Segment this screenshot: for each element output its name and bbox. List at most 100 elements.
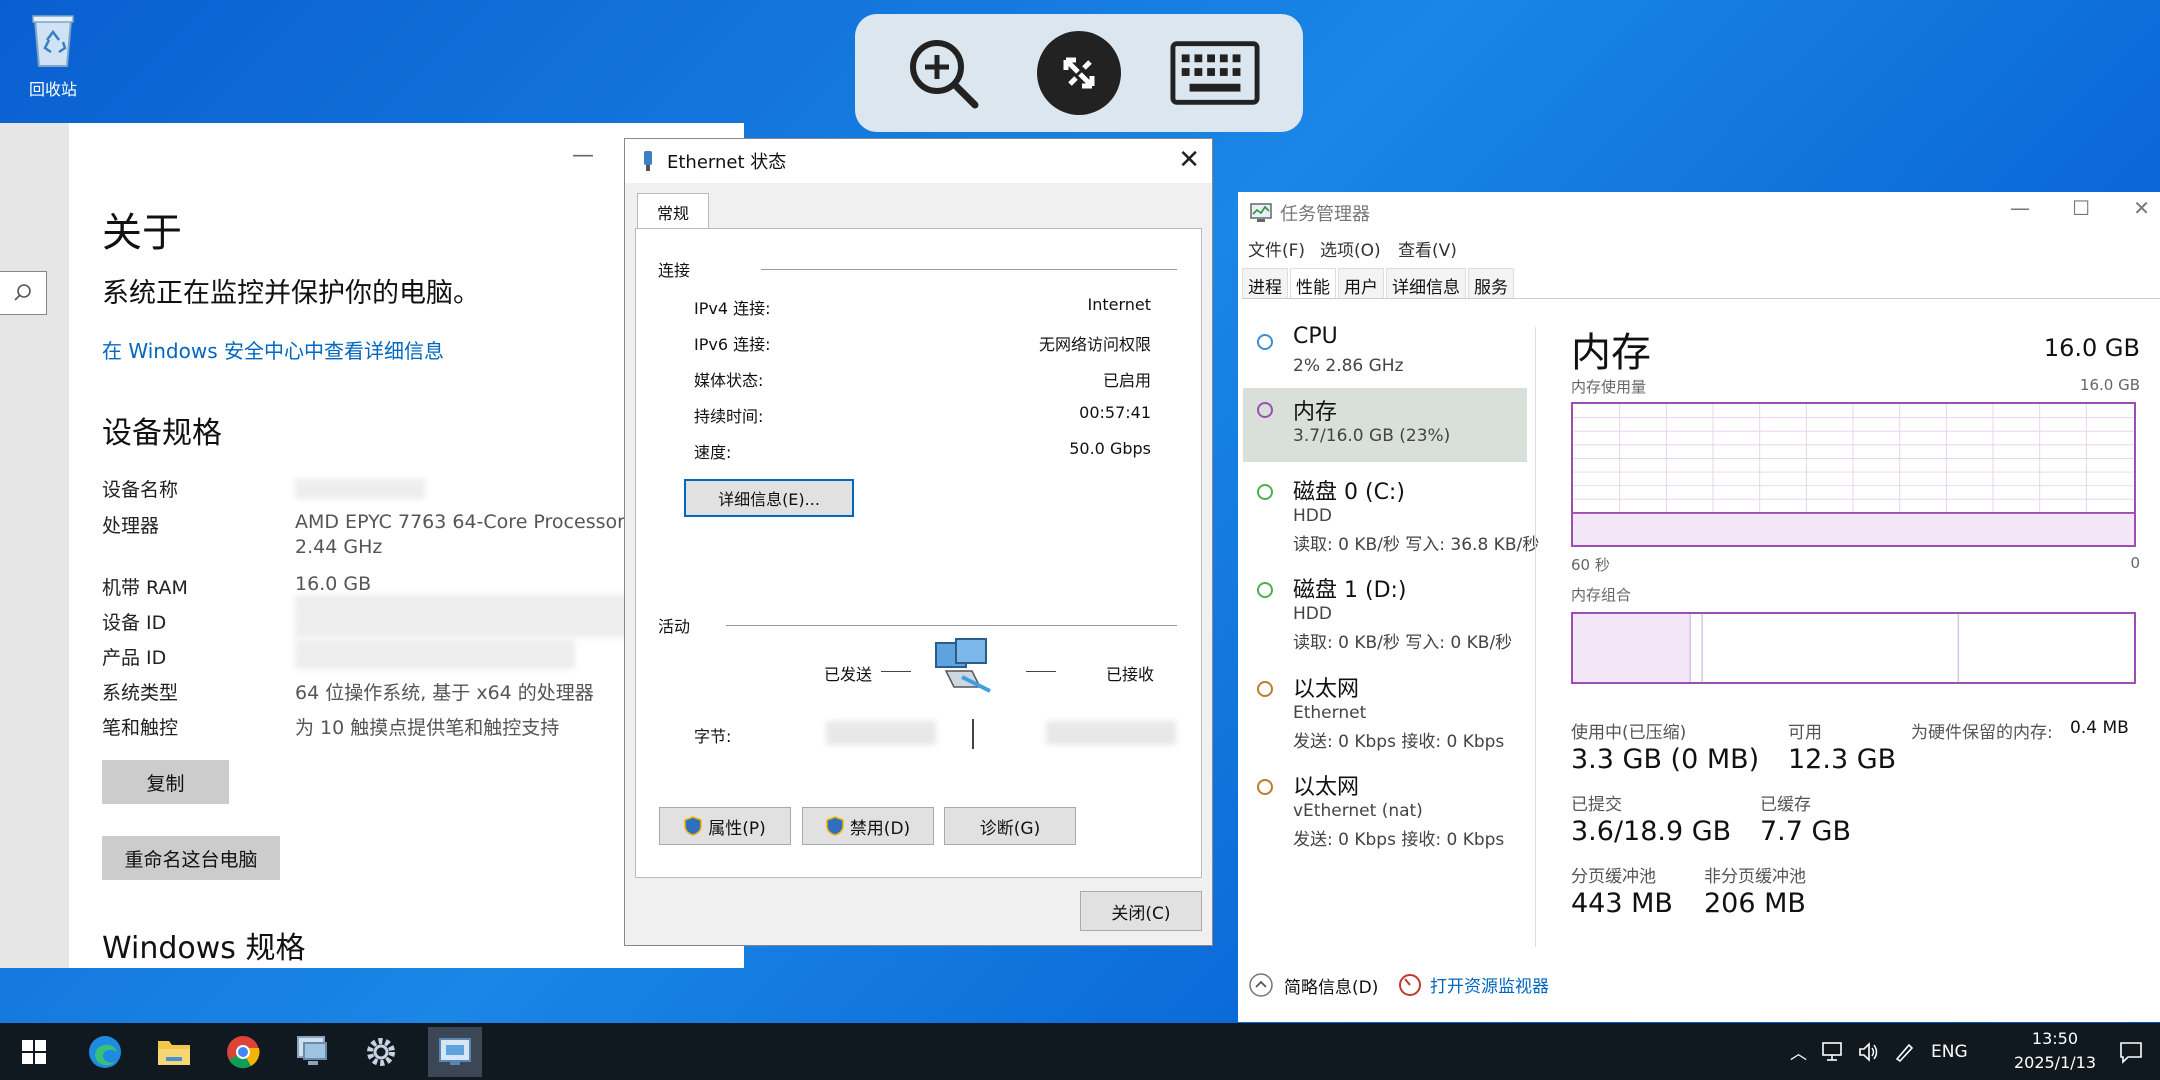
properties-label: 属性(P) [708,818,766,839]
remote-icon [1037,31,1121,115]
nonpaged-pool-value: 206 MB [1704,888,1806,919]
resource-memory[interactable]: 内存 3.7/16.0 GB (23%) [1243,388,1527,462]
network-adapter-icon [644,151,652,171]
start-button[interactable] [12,1031,56,1073]
taskbar-task-manager[interactable] [428,1027,482,1077]
spec-value: 2.44 GHz [295,536,383,558]
spec-label: 处理器 [102,515,160,537]
recycle-bin-label: 回收站 [28,80,77,99]
network-connections-icon [439,1038,471,1065]
diagnose-button[interactable]: 诊断(G) [944,807,1076,845]
ipv4-label: IPv4 连接: [694,299,771,318]
rename-pc-button[interactable]: 重命名这台电脑 [102,836,280,880]
zoom-button[interactable] [898,28,988,118]
status-dot [1257,402,1273,418]
resource-detail: vEthernet (nat) [1293,801,1423,821]
properties-button[interactable]: 属性(P) [659,807,791,845]
recycle-bin-icon [32,15,74,67]
media-state-value: 已启用 [1102,371,1151,390]
recycle-bin-shortcut[interactable]: 回收站 [18,12,88,100]
taskbar-file-explorer[interactable] [152,1031,196,1073]
tab-details[interactable]: 详细信息 [1386,268,1466,298]
usage-max: 16.0 GB [2079,376,2140,394]
pen-icon[interactable] [1893,1041,1917,1063]
resource-monitor-link[interactable]: 打开资源监视器 [1398,972,1549,997]
bytes-label: 字节: [694,727,732,746]
menu-options[interactable]: 选项(O) [1320,236,1381,261]
keyboard-button[interactable] [1170,28,1260,118]
divider [881,671,911,672]
tab-processes[interactable]: 进程 [1242,268,1288,298]
maximize-button[interactable]: ☐ [2072,196,2090,220]
menu-file[interactable]: 文件(F) [1248,236,1305,261]
resource-name: 以太网 [1293,775,1360,800]
cached-value: 7.7 GB [1760,816,1851,847]
committed-value: 3.6/18.9 GB [1571,816,1732,847]
details-button[interactable]: 详细信息(E)... [684,479,854,517]
spec-value: 为 10 触摸点提供笔和触控支持 [295,717,560,739]
graph-time-right: 0 [2130,554,2140,572]
detail-total: 16.0 GB [2043,334,2140,362]
resource-ethernet-nat[interactable]: 以太网 vEthernet (nat) 发送: 0 Kbps 接收: 0 Kbp… [1243,767,1527,857]
resource-disk-1[interactable]: 磁盘 1 (D:) HDD 读取: 0 KB/秒 写入: 0 KB/秒 [1243,570,1527,660]
settings-search-button[interactable] [0,271,47,315]
status-dot [1257,779,1273,795]
close-button[interactable]: ✕ [2133,196,2150,220]
minimize-button[interactable]: — [2010,196,2030,220]
resource-name: 磁盘 0 (C:) [1293,480,1405,505]
ipv4-value: Internet [1087,295,1151,314]
title-text: 任务管理器 [1280,204,1370,225]
spec-label: 设备 ID [102,612,167,634]
resource-cpu[interactable]: CPU 2% 2.86 GHz [1243,322,1527,396]
clock-time: 13:50 [2031,1029,2079,1048]
network-activity-icon [935,638,991,693]
composition-label: 内存组合 [1571,586,1632,604]
language-indicator[interactable]: ENG [1931,1042,1968,1062]
clock[interactable]: 13:50 2025/1/13 [2014,1027,2096,1075]
taskbar-settings[interactable] [359,1031,403,1073]
protection-message: 系统正在监控并保护你的电脑。 [102,278,480,309]
volume-icon[interactable] [1857,1041,1881,1063]
security-center-link[interactable]: 在 Windows 安全中心中查看详细信息 [102,335,444,364]
remote-connect-button[interactable] [1034,28,1124,118]
hw-reserved-value: 0.4 MB [2070,718,2129,738]
taskbar-remote-desktop[interactable] [290,1031,334,1073]
speed-value: 50.0 Gbps [1069,439,1151,458]
paged-pool-value: 443 MB [1571,888,1673,919]
notification-center-button[interactable] [2118,1023,2144,1080]
disable-button[interactable]: 禁用(D) [802,807,934,845]
tab-users[interactable]: 用户 [1338,268,1384,298]
tab-performance[interactable]: 性能 [1290,268,1336,298]
resource-disk-0[interactable]: 磁盘 0 (C:) HDD 读取: 0 KB/秒 写入: 36.8 KB/秒 [1243,472,1539,562]
divider [761,269,1177,270]
taskbar-chrome[interactable] [221,1031,265,1073]
ethernet-status-dialog: Ethernet 状态 ✕ 常规 连接 IPv4 连接: Internet IP… [624,138,1213,946]
speed-label: 速度: [694,443,732,462]
edge-browser-icon [89,1036,121,1068]
minimize-button[interactable]: — [572,143,594,168]
chevron-up-icon[interactable]: ︿ [1790,1039,1807,1064]
status-dot [1257,681,1273,697]
memory-usage-graph [1571,402,2136,547]
close-icon[interactable]: ✕ [1178,145,1200,175]
divider [726,625,1177,626]
copy-button[interactable]: 复制 [102,760,229,804]
menu-view[interactable]: 查看(V) [1398,236,1457,261]
tab-general[interactable]: 常规 [637,193,709,230]
tab-services[interactable]: 服务 [1468,268,1514,298]
close-button[interactable]: 关闭(C) [1080,891,1202,931]
resource-ethernet[interactable]: 以太网 Ethernet 发送: 0 Kbps 接收: 0 Kbps [1243,669,1527,759]
fewer-details-button[interactable]: 简略信息(D) [1248,972,1378,998]
taskbar-edge[interactable] [83,1031,127,1073]
resource-detail: Ethernet [1293,703,1367,723]
available-label: 可用 [1788,723,1822,743]
task-manager-window: 任务管理器 — ☐ ✕ 文件(F) 选项(O) 查看(V) 进程 性能 用户 详… [1238,192,2160,1022]
dialog-title: Ethernet 状态 [667,152,787,173]
system-tray: ︿ ENG [1790,1023,1984,1080]
redacted-device-id [295,595,635,637]
windows-logo-icon [22,1040,46,1064]
task-manager-icon [1250,203,1272,222]
memory-composition-bar [1571,612,2136,684]
spec-label: 笔和触控 [102,717,179,739]
network-icon[interactable] [1821,1041,1845,1063]
